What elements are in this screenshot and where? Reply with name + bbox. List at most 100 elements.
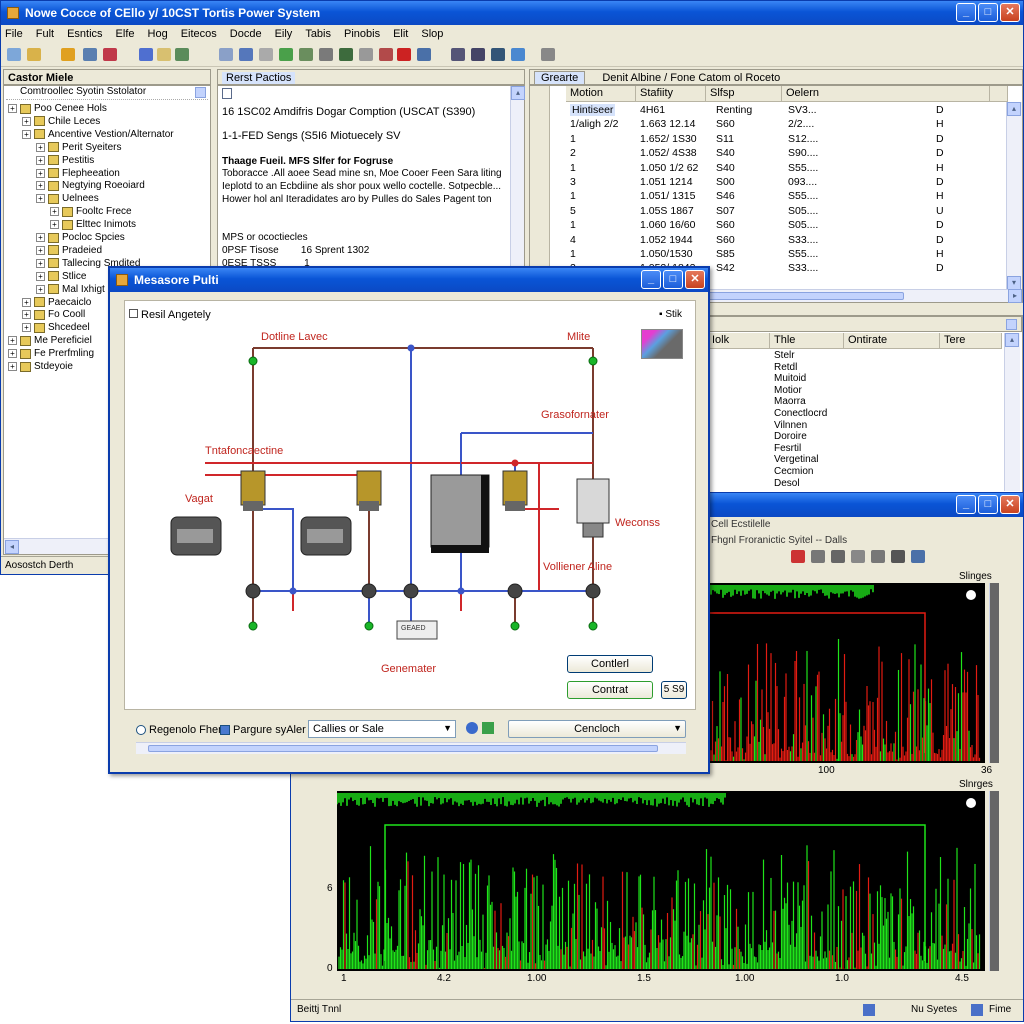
list-item[interactable]: Motior bbox=[774, 385, 802, 396]
tree-item[interactable]: + Mal Ixhigt bbox=[4, 283, 105, 296]
plot-close-button[interactable]: ✕ bbox=[1000, 495, 1020, 514]
small-value-button[interactable]: 5 S9 bbox=[661, 681, 687, 699]
tab-grearte[interactable]: Grearte bbox=[534, 71, 586, 85]
list-item[interactable]: Cecmion bbox=[774, 466, 813, 477]
tree-item[interactable]: + Fo Cooll bbox=[4, 308, 85, 321]
tree-item[interactable]: + Uelnees bbox=[4, 192, 99, 205]
redo-icon[interactable] bbox=[219, 48, 233, 61]
plot-num-icon[interactable] bbox=[811, 550, 825, 563]
plot-cross-icon[interactable] bbox=[831, 550, 845, 563]
callies-select[interactable]: Callies or Sale ▼ bbox=[308, 720, 456, 738]
tree-item[interactable]: + Me Pereficiel bbox=[4, 334, 92, 347]
tree-expand-icon[interactable]: + bbox=[36, 258, 45, 268]
list-item[interactable]: Doroire bbox=[774, 431, 807, 442]
copy-icon[interactable] bbox=[139, 48, 153, 61]
monitor-icon[interactable] bbox=[511, 48, 525, 61]
desc-vscrollbar[interactable]: ▴ bbox=[510, 86, 525, 274]
cancel-button[interactable]: Contlerl bbox=[567, 655, 653, 673]
tree-item[interactable]: + Shcedeel bbox=[4, 321, 90, 334]
control-button[interactable]: Contrat bbox=[567, 681, 653, 699]
tree-item[interactable]: + Stdeyoie bbox=[4, 360, 73, 373]
run-icon[interactable] bbox=[279, 48, 293, 61]
tree-expand-icon[interactable]: + bbox=[22, 116, 31, 126]
list-item[interactable]: Vergetinal bbox=[774, 454, 818, 465]
tree-expand-icon[interactable]: + bbox=[22, 297, 31, 307]
plot-print-icon[interactable] bbox=[871, 550, 885, 563]
list-close-icon[interactable] bbox=[1006, 319, 1017, 330]
tree-item[interactable]: + Chile Leces bbox=[4, 115, 100, 128]
menu-item-8[interactable]: Tabis bbox=[305, 28, 331, 40]
close-button[interactable]: ✕ bbox=[1000, 3, 1020, 22]
tree-expand-icon[interactable]: + bbox=[36, 194, 45, 204]
tree-expand-icon[interactable]: + bbox=[36, 168, 45, 178]
new-icon[interactable] bbox=[7, 48, 21, 61]
menu-item-3[interactable]: Elfe bbox=[116, 28, 135, 40]
plot-record-icon[interactable] bbox=[791, 550, 805, 563]
tree-item[interactable]: + Paecaiclo bbox=[4, 296, 91, 309]
undo-icon[interactable] bbox=[175, 48, 189, 61]
tree-expand-icon[interactable]: + bbox=[8, 104, 17, 113]
tree-expand-icon[interactable]: + bbox=[36, 181, 45, 191]
tree-item[interactable]: + Poo Cenee Hols bbox=[4, 102, 107, 115]
list-item[interactable]: Conectlocrd bbox=[774, 408, 827, 419]
regen-radio[interactable]: Regenolo Fher bbox=[136, 724, 222, 736]
list-col-iolk[interactable]: Iolk bbox=[708, 333, 770, 349]
list-vscrollbar[interactable]: ▴ bbox=[1004, 333, 1020, 491]
minimize-button[interactable]: _ bbox=[956, 3, 976, 22]
dialog-hscrollbar[interactable] bbox=[136, 742, 686, 754]
dialog-close-button[interactable]: ✕ bbox=[685, 270, 705, 289]
plot1-vscrollbar[interactable] bbox=[989, 583, 999, 763]
menu-item-10[interactable]: Elit bbox=[393, 28, 408, 40]
col-motion[interactable]: Motion bbox=[566, 86, 636, 102]
list-col-tere[interactable]: Tere bbox=[940, 333, 1002, 349]
menu-item-4[interactable]: Hog bbox=[148, 28, 168, 40]
tree-expand-icon[interactable]: + bbox=[8, 336, 17, 346]
col-extra[interactable] bbox=[990, 86, 1008, 102]
list-item[interactable]: Vilnnen bbox=[774, 420, 807, 431]
plot-export-icon[interactable] bbox=[911, 550, 925, 563]
list-item[interactable]: Desol bbox=[774, 478, 800, 489]
chart-icon[interactable] bbox=[259, 48, 273, 61]
tree-expand-icon[interactable]: + bbox=[36, 284, 45, 294]
tree-item[interactable]: + Fe Prerfmling bbox=[4, 347, 94, 360]
list-item[interactable]: Retdl bbox=[774, 362, 797, 373]
tree-item[interactable]: + Fooltc Frece bbox=[4, 205, 132, 218]
list-col-ontirate[interactable]: Ontirate bbox=[844, 333, 940, 349]
plot2-vscrollbar[interactable] bbox=[989, 791, 999, 971]
menu-item-9[interactable]: Pinobis bbox=[344, 28, 380, 40]
menu-item-1[interactable]: Fult bbox=[36, 28, 54, 40]
tree-item[interactable]: + Negtying Roeoiard bbox=[4, 179, 145, 192]
menu-item-0[interactable]: File bbox=[5, 28, 23, 40]
tree-item[interactable]: + Perit Syeiters bbox=[4, 141, 121, 154]
table-vscrollbar[interactable]: ▴ ▾ bbox=[1006, 102, 1022, 290]
tree-expand-icon[interactable]: + bbox=[50, 207, 59, 217]
purge-checkbox[interactable]: Pargure syAler bbox=[220, 724, 306, 736]
tree-expand-icon[interactable]: + bbox=[36, 245, 45, 255]
tree-item[interactable]: + Ancentive Vestion/Alternator bbox=[4, 128, 174, 141]
settings-icon[interactable] bbox=[417, 48, 431, 61]
menu-item-6[interactable]: Docde bbox=[230, 28, 262, 40]
plot-maximize-button[interactable]: □ bbox=[978, 495, 998, 514]
tree-item[interactable]: + Pradeied bbox=[4, 244, 102, 257]
zoom-icon[interactable] bbox=[319, 48, 333, 61]
save-icon[interactable] bbox=[61, 48, 75, 61]
col-slfsp[interactable]: Slfsp bbox=[706, 86, 782, 102]
menu-item-2[interactable]: Esntics bbox=[67, 28, 102, 40]
menu-item-11[interactable]: Slop bbox=[421, 28, 443, 40]
tree-item[interactable]: + Pestitis bbox=[4, 154, 94, 167]
tree-expand-icon[interactable]: + bbox=[50, 220, 59, 230]
tree-item[interactable]: + Stlice bbox=[4, 270, 86, 283]
open-icon[interactable] bbox=[27, 48, 41, 61]
refresh-icon[interactable] bbox=[482, 722, 494, 734]
tree-item[interactable]: + Pocloc Spcies bbox=[4, 231, 125, 244]
plot-zoom-icon[interactable] bbox=[851, 550, 865, 563]
col-oelern[interactable]: Oelern bbox=[782, 86, 990, 102]
tree-item[interactable]: + Elttec Inimots bbox=[4, 218, 136, 231]
signal-icon[interactable] bbox=[491, 48, 505, 61]
tree-expand-icon[interactable]: + bbox=[22, 323, 31, 333]
list-item[interactable]: Maorra bbox=[774, 396, 806, 407]
col-stafiity[interactable]: Stafiity bbox=[636, 86, 706, 102]
measure-icon[interactable] bbox=[379, 48, 393, 61]
tree-expand-icon[interactable]: + bbox=[36, 233, 45, 242]
arrow-icon[interactable] bbox=[339, 48, 353, 61]
